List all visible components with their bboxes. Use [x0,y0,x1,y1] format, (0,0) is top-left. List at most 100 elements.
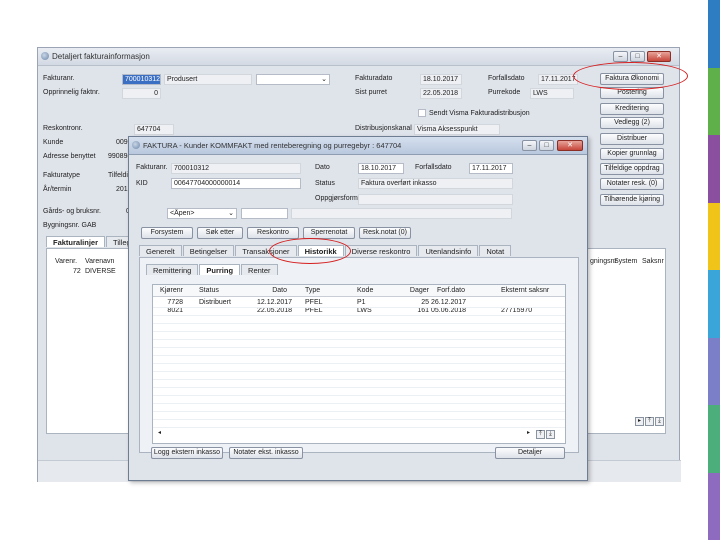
table-gridline [153,307,565,308]
label-adresse: Adresse benyttet [43,153,96,160]
table-header-cell: Kode [357,287,374,294]
dialog-tab-0[interactable]: Generelt [139,245,182,256]
tab-fakturalinjer[interactable]: Fakturalinjer [46,236,106,247]
table-gridline [153,411,565,412]
scroll-right-icon[interactable]: ▸ [635,417,644,426]
dialog-minimize-icon[interactable]: – [522,140,537,151]
col-saksnr: Saksnr [642,258,664,265]
dialog-subtab-0[interactable]: Remittering [146,264,199,275]
stripe-segment [708,405,720,474]
dlg-kid-field[interactable]: 00647704000000014 [171,178,301,189]
scroll-top-icon[interactable]: ⤒ [536,430,545,439]
table-header-cell: Dato [272,287,287,294]
kunde-value: 009 [116,139,128,146]
table-gridline [153,347,565,348]
dialog-tab-1[interactable]: Betingelser [182,245,235,256]
dlg-label-dato: Dato [315,164,330,171]
scroll-bottom-icon[interactable]: ⤓ [655,417,664,426]
label-distribusjonskanal: Distribusjonskanal [355,125,412,132]
table-cell: 05.06.2018 [431,307,467,314]
table-cell: 7728 [167,299,183,306]
dlg-fakturanr-field: 700010312 [171,163,301,174]
dialog-app-icon [132,141,140,149]
dlg-label-forfallsdato: Forfallsdato [415,164,452,171]
stripe-segment [708,337,720,406]
stripe-segment [708,270,720,339]
dialog-subtabs: Remittering Purring Renter [146,264,279,275]
side-button-4[interactable]: Distribuer [600,133,664,145]
line-varenr: 72 [73,268,81,275]
dialog-tab-6[interactable]: Notat [479,245,512,256]
dialog-button-4[interactable]: Resk.notat (0) [359,227,411,239]
detaljer-button[interactable]: Detaljer [495,447,565,459]
table-cell: 26.12.2017 [431,299,467,306]
label-forfallsdato: Forfallsdato [488,75,525,82]
table-cell: 25 [421,299,429,306]
line-varenavn: DIVERSE [85,268,116,275]
table-cell: P1 [357,299,366,306]
dialog-close-icon[interactable]: ✕ [557,140,583,151]
table-header-cell: Kjørenr [160,287,183,294]
label-purrekode: Purrekode [488,89,521,96]
dlg-forfallsdato-field[interactable]: 17.11.2017 [469,163,513,174]
status-field: Produsert [164,74,252,85]
table-gridline [153,371,565,372]
table-gridline [153,387,565,388]
side-button-8[interactable]: Tilhørende kjøring [600,194,664,206]
sendt-visma-checkbox[interactable] [418,109,426,117]
chevron-down-icon: ⌄ [228,210,234,217]
side-button-3[interactable]: Vedlegg (2) [600,117,664,129]
dialog-subtab-1[interactable]: Purring [199,264,241,275]
dlg-status-field: Faktura overført inkasso [358,178,513,189]
table-cell: Distribuert [199,299,231,306]
dialog-maximize-icon[interactable]: □ [539,140,554,151]
dialog-subtab-2[interactable]: Renter [241,264,278,275]
side-button-5[interactable]: Kopier grunnlag [600,148,664,160]
table-cell: 27715970 [501,307,533,314]
reskontronr-field: 647704 [134,124,174,135]
dlg-oppgjorsform-field [358,194,513,205]
dialog-button-1[interactable]: Søk etter [197,227,243,239]
scroll-left-icon[interactable]: ◂ [155,430,164,439]
side-button-7[interactable]: Notater resk. (0) [600,178,664,190]
label-opprinnelig: Opprinnelig faktnr. [43,89,100,96]
dlg-filter-input[interactable] [241,208,288,219]
scroll-top-icon[interactable]: ⤒ [645,417,654,426]
dialog-button-2[interactable]: Reskontro [247,227,299,239]
dialog-titlebar: FAKTURA - Kunder KOMMFAKT med rentebereg… [129,137,587,155]
chevron-down-icon: ⌄ [321,76,327,83]
dialog-tab-5[interactable]: Utenlandsinfo [418,245,479,256]
distribusjonskanal-field: Visma Aksesspunkt [414,124,500,135]
dialog-tab-4[interactable]: Diverse reskontro [344,245,418,256]
highlight-oval-historikk [269,238,351,264]
table-gridline [153,339,565,340]
table-gridline [153,331,565,332]
minimize-icon[interactable]: – [613,51,628,62]
label-bygning: Bygningsnr. GAB [43,222,97,229]
fakturanr-field[interactable]: 700010312 [122,74,161,85]
maximize-icon[interactable]: □ [630,51,645,62]
label-kunde: Kunde [43,139,64,146]
purring-table: ⤒ ⤓ ◂ ▸ Kjørenr Status Dato Type Kode Dager Fo… [152,284,566,444]
label-gards: Gårds- og bruksnr. [43,208,101,215]
logg-ekstern-inkasso-button[interactable]: Logg ekstern inkasso [151,447,223,459]
dlg-label-kid: KID [136,180,148,187]
label-fakturanr: Fakturanr. [43,75,75,82]
table-cell: 161 [417,307,429,314]
table-gridline [153,427,565,428]
scroll-right-icon[interactable]: ▸ [524,430,533,439]
notater-ekst-inkasso-button[interactable]: Notater ekst. inkasso [229,447,303,459]
decorative-stripes [708,0,720,540]
side-button-2[interactable]: Kreditering [600,103,664,115]
table-gridline [153,315,565,316]
purrekode-field: LWS [530,88,574,99]
dialog-button-0[interactable]: Forsystem [141,227,193,239]
side-button-6[interactable]: Tilfeldige oppdrag [600,163,664,175]
dlg-dato-field[interactable]: 18.10.2017 [358,163,404,174]
close-icon[interactable]: ✕ [647,51,671,62]
status-dropdown[interactable]: ⌄ [256,74,330,85]
forfallsdato-field: 17.11.2017 [538,74,578,85]
dlg-apen-dropdown[interactable]: <Åpen> ⌄ [167,208,237,219]
table-gridline [153,419,565,420]
scroll-bottom-icon[interactable]: ⤓ [546,430,555,439]
